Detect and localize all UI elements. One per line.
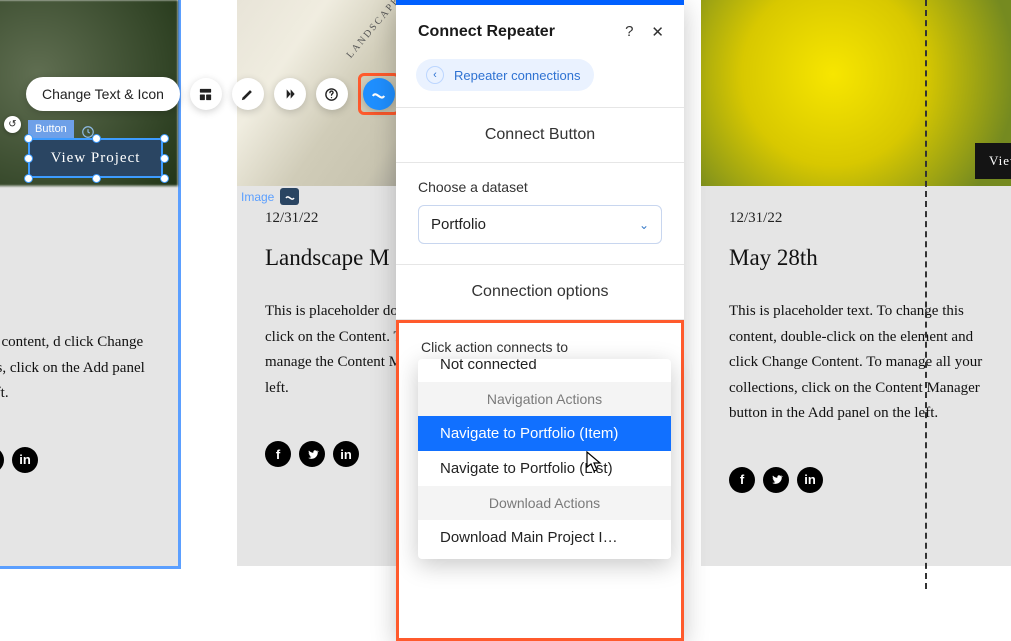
repeater-connections-row: ‹ Repeater connections (396, 59, 684, 108)
twitter-icon[interactable] (763, 467, 789, 493)
repeater-card: View 12/31/22 May 28th This is placehold… (701, 0, 1011, 566)
dropdown-item-portfolio-list[interactable]: Navigate to Portfolio (List) (418, 451, 671, 486)
view-project-button[interactable]: View Project (28, 138, 163, 178)
history-icon[interactable]: ↺ (4, 116, 21, 133)
close-icon[interactable]: ✕ (651, 23, 664, 41)
element-toolbar: Change Text & Icon (26, 73, 400, 115)
dataset-select[interactable]: Portfolio ⌄ (418, 205, 662, 244)
linkedin-icon[interactable]: in (333, 441, 359, 467)
repeater-connections-label: Repeater connections (454, 68, 580, 83)
panel-title: Connect Repeater (418, 23, 555, 41)
facebook-icon[interactable]: f (265, 441, 291, 467)
click-action-dropdown: Not connected Navigation Actions Navigat… (418, 359, 671, 559)
connect-data-highlight (358, 73, 400, 115)
facebook-icon[interactable]: f (729, 467, 755, 493)
image-element-label: Image (241, 188, 299, 205)
animation-icon[interactable] (274, 78, 306, 110)
chevron-down-icon: ⌄ (639, 218, 649, 232)
card-title: May 28th (729, 245, 1003, 271)
help-icon[interactable] (316, 78, 348, 110)
image-label-text: Image (241, 190, 274, 204)
dropdown-header-download: Download Actions (418, 486, 671, 520)
linkedin-icon[interactable]: in (797, 467, 823, 493)
selection-handle[interactable] (24, 174, 33, 183)
click-action-label: Click action connects to (421, 339, 659, 355)
connect-data-icon[interactable] (363, 78, 395, 110)
view-project-button[interactable]: View (975, 143, 1011, 179)
page-margin-guide (925, 0, 927, 589)
dataset-field: Choose a dataset Portfolio ⌄ (396, 163, 684, 265)
card-date: 12/31/22 (729, 210, 1003, 227)
selection-handle[interactable] (160, 154, 169, 163)
selection-handle[interactable] (160, 174, 169, 183)
selection-type-label: Button (28, 120, 74, 138)
repeater-connections-button[interactable]: ‹ Repeater connections (416, 59, 594, 91)
social-row: f in (0, 447, 150, 473)
social-row: f in (729, 467, 1003, 493)
help-icon[interactable]: ? (625, 23, 633, 41)
selection-handle[interactable] (160, 134, 169, 143)
twitter-icon[interactable] (299, 441, 325, 467)
card-body: ange this content, d click Change ollect… (0, 186, 178, 566)
connection-options-heading: Connection options (396, 265, 684, 320)
card-text: ange this content, d click Change ollect… (0, 330, 150, 407)
design-icon[interactable] (232, 78, 264, 110)
chevron-left-icon: ‹ (426, 66, 444, 84)
card-text: This is placeholder text. To change this… (729, 299, 1003, 427)
dropdown-item-not-connected[interactable]: Not connected (418, 359, 671, 382)
twitter-icon[interactable] (0, 447, 4, 473)
card-body: 12/31/22 May 28th This is placeholder te… (701, 186, 1011, 566)
connect-data-icon[interactable] (280, 188, 299, 205)
linkedin-icon[interactable]: in (12, 447, 38, 473)
card-image[interactable]: View (701, 0, 1011, 186)
layout-icon[interactable] (190, 78, 222, 110)
choose-dataset-label: Choose a dataset (418, 179, 662, 195)
change-text-button[interactable]: Change Text & Icon (26, 77, 180, 111)
selection-handle[interactable] (24, 154, 33, 163)
selection-handle[interactable] (24, 134, 33, 143)
dropdown-header-navigation: Navigation Actions (418, 382, 671, 416)
selection-handle[interactable] (92, 134, 101, 143)
selection-handle[interactable] (92, 174, 101, 183)
dataset-value: Portfolio (431, 216, 486, 233)
dropdown-item-download-main[interactable]: Download Main Project I… (418, 520, 671, 555)
panel-header: Connect Repeater ? ✕ (396, 5, 684, 59)
dropdown-item-portfolio-item[interactable]: Navigate to Portfolio (Item) (418, 416, 671, 451)
connect-button-heading: Connect Button (396, 108, 684, 163)
